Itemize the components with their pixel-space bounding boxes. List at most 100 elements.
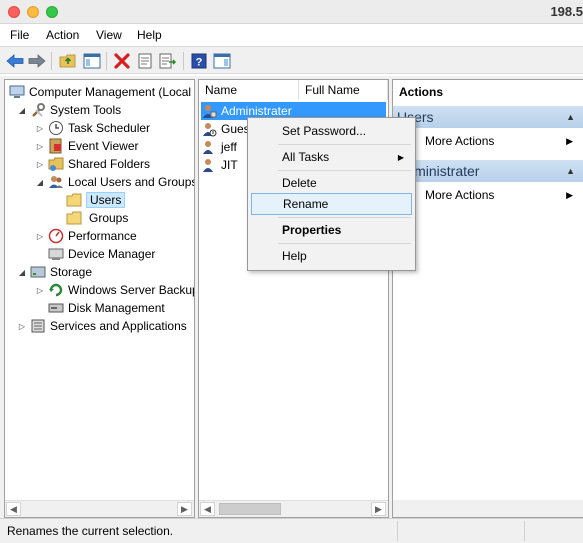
menu-item-label: Rename xyxy=(283,197,329,211)
tree-label-event-viewer: Event Viewer xyxy=(68,139,139,153)
scroll-right-icon[interactable]: ▶ xyxy=(177,502,192,516)
event-viewer-icon xyxy=(48,138,64,154)
status-text: Renames the current selection. xyxy=(7,524,174,538)
list-item-label: Gues xyxy=(221,122,250,136)
scroll-left-icon[interactable]: ◀ xyxy=(6,502,21,516)
tree-label-services-apps: Services and Applications xyxy=(50,319,187,333)
collapse-section-icon[interactable]: ▲ xyxy=(566,112,575,122)
menu-action[interactable]: Action xyxy=(46,28,79,42)
menu-item-all-tasks[interactable]: All Tasks ▶ xyxy=(251,146,412,168)
collapse-icon[interactable]: ◢ xyxy=(17,105,27,115)
menu-item-properties[interactable]: Properties xyxy=(251,219,412,241)
column-header-name[interactable]: Name xyxy=(199,80,299,100)
users-group-icon xyxy=(48,174,64,190)
expand-icon[interactable]: ▷ xyxy=(17,321,27,331)
clock-icon xyxy=(48,120,64,136)
minimize-window-button[interactable] xyxy=(27,6,39,18)
menu-item-label: Help xyxy=(282,249,307,263)
tree-item-performance[interactable]: ▷ Performance xyxy=(35,227,137,245)
scroll-right-icon[interactable]: ▶ xyxy=(371,502,386,516)
menu-item-set-password[interactable]: Set Password... xyxy=(251,120,412,142)
tree-item-local-users-groups[interactable]: ◢ Local Users and Groups xyxy=(35,173,194,191)
tree-item-services-apps[interactable]: ▷ Services and Applications xyxy=(17,317,187,335)
help-icon[interactable]: ? xyxy=(189,51,209,71)
column-name-label: Name xyxy=(205,83,238,97)
actions-section-administrater[interactable]: Administrater ▲ xyxy=(393,160,583,182)
menu-item-help[interactable]: Help xyxy=(251,245,412,267)
list-item-guest[interactable]: Gues xyxy=(201,120,250,138)
disabled-user-icon xyxy=(201,121,217,137)
expand-icon[interactable]: ▷ xyxy=(35,159,45,169)
zoom-window-button[interactable] xyxy=(46,6,58,18)
tree-hscrollbar[interactable]: ◀ ▶ xyxy=(5,500,194,517)
user-icon xyxy=(201,139,217,155)
close-window-button[interactable] xyxy=(8,6,20,18)
more-actions-label: More Actions xyxy=(425,134,495,148)
back-icon[interactable] xyxy=(5,51,25,71)
tree-item-task-scheduler[interactable]: ▷ Task Scheduler xyxy=(35,119,150,137)
folder-icon xyxy=(66,192,82,208)
menu-item-delete[interactable]: Delete xyxy=(251,172,412,194)
properties-icon[interactable] xyxy=(135,51,155,71)
context-menu: Set Password... All Tasks ▶ Delete Renam… xyxy=(247,117,416,271)
disk-management-icon xyxy=(48,300,64,316)
tree-label-root: Computer Management (Local xyxy=(29,85,192,99)
tree-item-device-manager[interactable]: Device Manager xyxy=(48,245,155,263)
collapse-section-icon[interactable]: ▲ xyxy=(566,166,575,176)
show-hide-console-tree-icon[interactable] xyxy=(82,51,102,71)
list-item-jit[interactable]: JIT xyxy=(201,156,238,174)
tree-label-task-scheduler: Task Scheduler xyxy=(68,121,151,135)
menu-help[interactable]: Help xyxy=(137,28,162,42)
tree-item-event-viewer[interactable]: ▷ Event Viewer xyxy=(35,137,138,155)
expand-icon[interactable]: ▷ xyxy=(35,285,45,295)
expand-icon[interactable]: ▷ xyxy=(35,123,45,133)
toolbar: ? xyxy=(0,46,583,74)
expand-icon[interactable]: ▷ xyxy=(35,231,45,241)
up-folder-icon[interactable] xyxy=(58,51,78,71)
collapse-icon[interactable]: ◢ xyxy=(35,177,45,187)
tree-label-performance: Performance xyxy=(68,229,137,243)
actions-header: Actions xyxy=(399,85,444,99)
show-action-pane-icon[interactable] xyxy=(212,51,232,71)
submenu-arrow-icon: ▶ xyxy=(397,152,404,162)
tree-item-shared-folders[interactable]: ▷ Shared Folders xyxy=(35,155,150,173)
tree-label-groups: Groups xyxy=(89,211,129,225)
menu-item-label: All Tasks xyxy=(282,150,330,164)
performance-icon xyxy=(48,228,64,244)
menu-file[interactable]: File xyxy=(10,28,29,42)
user-icon xyxy=(201,157,217,173)
actions-bottom-strip xyxy=(393,500,583,517)
submenu-arrow-icon: ▶ xyxy=(566,189,573,200)
tree-label-users: Users xyxy=(86,192,126,208)
tree-label-device-manager: Device Manager xyxy=(68,247,156,261)
list-item-jeff[interactable]: jeff xyxy=(201,138,237,156)
column-header-fullname[interactable]: Full Name xyxy=(299,80,388,100)
actions-section-users[interactable]: Users ▲ xyxy=(393,106,583,128)
menu-view[interactable]: View xyxy=(96,28,122,42)
more-actions-administrater[interactable]: More Actions ▶ xyxy=(393,185,583,205)
list-hscrollbar[interactable]: ◀ ▶ xyxy=(199,500,388,517)
actions-pane: Actions Users ▲ More Actions ▶ Administr… xyxy=(392,79,583,518)
expand-icon[interactable]: ▷ xyxy=(35,141,45,151)
column-fullname-label: Full Name xyxy=(305,83,360,97)
export-list-icon[interactable] xyxy=(158,51,178,71)
tree-item-disk-management[interactable]: Disk Management xyxy=(48,299,165,317)
status-bar: Renames the current selection. xyxy=(0,518,583,543)
delete-icon[interactable] xyxy=(112,51,132,71)
tree-item-users[interactable]: Users xyxy=(66,191,126,209)
tree-item-groups[interactable]: Groups xyxy=(66,209,128,227)
tree-item-system-tools[interactable]: ◢ System Tools xyxy=(17,101,121,119)
scroll-thumb[interactable] xyxy=(219,503,281,515)
tree-label-system-tools: System Tools xyxy=(50,103,122,117)
collapse-icon[interactable]: ◢ xyxy=(17,267,27,277)
scroll-left-icon[interactable]: ◀ xyxy=(200,502,215,516)
window-title: 198.5 xyxy=(550,4,583,19)
user-icon xyxy=(201,103,217,119)
more-actions-users[interactable]: More Actions ▶ xyxy=(393,131,583,151)
menu-item-rename[interactable]: Rename xyxy=(251,193,412,215)
tree-item-windows-server-backup[interactable]: ▷ Windows Server Backup xyxy=(35,281,194,299)
tree-item-root[interactable]: Computer Management (Local xyxy=(9,83,191,101)
forward-icon[interactable] xyxy=(27,51,47,71)
tree-item-storage[interactable]: ◢ Storage xyxy=(17,263,92,281)
tools-icon xyxy=(30,102,46,118)
